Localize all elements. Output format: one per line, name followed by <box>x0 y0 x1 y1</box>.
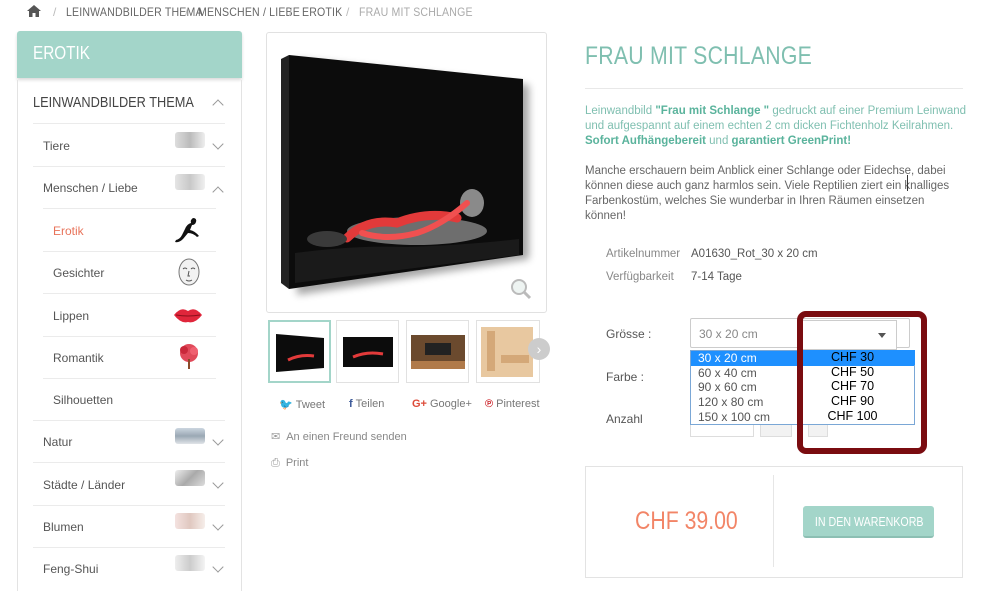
sidebar-item-blumen[interactable]: Blumen <box>43 520 84 534</box>
size-label: Grösse : <box>606 327 652 341</box>
sidebar-item-silhouetten[interactable]: Silhouetten <box>53 393 113 407</box>
thumbnail[interactable] <box>268 320 331 383</box>
breadcrumb-separator: / <box>185 5 189 19</box>
chevron-right-icon[interactable]: › <box>528 338 550 360</box>
sidebar-item-staedte-laender[interactable]: Städte / Länder <box>43 478 125 492</box>
divider <box>773 475 774 567</box>
zoom-icon[interactable] <box>510 278 532 300</box>
tree-icon <box>180 344 198 369</box>
divider <box>43 251 216 252</box>
pinterest-icon: ℗ <box>485 398 494 410</box>
breadcrumb-item[interactable]: EROTIK <box>302 5 342 19</box>
facebook-icon: f <box>349 398 353 410</box>
sidebar-item-lippen[interactable]: Lippen <box>53 309 89 323</box>
product-title: FRAU MIT SCHLANGE <box>585 42 813 70</box>
twitter-icon: 🐦 <box>279 399 293 411</box>
product-description: Manche erschauern beim Anblick einer Sch… <box>585 165 950 222</box>
quantity-label: Anzahl <box>606 412 643 426</box>
availability-value: 7-14 Tage <box>691 271 742 283</box>
divider <box>585 88 963 89</box>
product-image[interactable] <box>266 32 547 313</box>
breadcrumb-separator: / <box>53 5 57 19</box>
article-number-label: Artikelnummer <box>606 248 681 260</box>
sidebar-item-menschen-liebe[interactable]: Menschen / Liebe <box>43 181 138 195</box>
divider <box>33 123 225 124</box>
divider <box>43 208 216 209</box>
sidebar-item-romantik[interactable]: Romantik <box>53 351 104 365</box>
sidebar-item-tiere[interactable]: Tiere <box>43 139 70 153</box>
sidebar-item-feng-shui[interactable]: Feng-Shui <box>43 562 98 576</box>
breadcrumb-separator: / <box>346 5 350 19</box>
print-icon: ⎙ <box>271 457 280 469</box>
category-thumbnail <box>175 555 205 571</box>
sidebar-header: EROTIK <box>17 31 242 78</box>
divider <box>33 166 225 167</box>
silhouette-icon <box>175 218 199 243</box>
divider <box>43 293 216 294</box>
print-link[interactable]: ⎙ Print <box>271 457 308 470</box>
quantity-input[interactable] <box>690 425 754 437</box>
sidebar-item-erotik[interactable]: Erotik <box>53 224 84 238</box>
category-thumbnail <box>175 513 205 529</box>
category-thumbnail <box>175 470 205 486</box>
color-label: Farbe : <box>606 370 645 384</box>
quantity-stepper[interactable] <box>760 425 792 437</box>
add-to-cart-button[interactable]: IN DEN WARENKORB <box>803 506 934 538</box>
text-cursor <box>907 175 909 191</box>
divider <box>33 420 225 421</box>
tweet-button[interactable]: 🐦 Tweet <box>279 398 325 411</box>
breadcrumb-item[interactable]: MENSCHEN / LIEBE <box>198 5 300 19</box>
highlight-frame <box>797 311 927 454</box>
thumbnail[interactable] <box>336 320 399 383</box>
breadcrumb-current: FRAU MIT SCHLANGE <box>359 5 473 19</box>
product-price: CHF 39.00 <box>635 507 738 535</box>
divider <box>43 378 216 379</box>
lips-icon <box>174 309 202 323</box>
divider <box>43 336 216 337</box>
category-thumbnail <box>175 174 205 190</box>
divider <box>33 505 225 506</box>
sidebar-item-natur[interactable]: Natur <box>43 435 72 449</box>
article-number-value: A01630_Rot_30 x 20 cm <box>691 248 818 260</box>
availability-label: Verfügbarkeit <box>606 271 674 283</box>
divider <box>33 462 225 463</box>
google-plus-button[interactable]: G+ Google+ <box>412 398 472 410</box>
category-thumbnail <box>175 428 205 444</box>
breadcrumb-item[interactable]: LEINWANDBILDER THEMA <box>66 5 203 19</box>
category-title[interactable]: LEINWANDBILDER THEMA <box>33 94 194 111</box>
pinterest-button[interactable]: ℗ Pinterest <box>485 398 540 410</box>
envelope-icon: ✉ <box>271 431 281 443</box>
breadcrumb: / LEINWANDBILDER THEMA / MENSCHEN / LIEB… <box>0 0 1000 26</box>
category-thumbnail <box>175 132 205 148</box>
divider <box>33 547 225 548</box>
canvas-artwork-image <box>281 55 529 295</box>
facebook-share-button[interactable]: f Teilen <box>349 398 384 410</box>
sidebar-item-gesichter[interactable]: Gesichter <box>53 266 104 280</box>
product-short-description: Leinwandbild "Frau mit Schlange " gedruc… <box>585 105 967 147</box>
thumbnail[interactable] <box>406 320 469 383</box>
breadcrumb-separator: / <box>289 5 293 19</box>
home-icon[interactable] <box>27 5 41 17</box>
send-to-friend-link[interactable]: ✉ An einen Freund senden <box>271 430 407 443</box>
face-icon <box>178 258 200 286</box>
google-plus-icon: G+ <box>412 398 427 410</box>
